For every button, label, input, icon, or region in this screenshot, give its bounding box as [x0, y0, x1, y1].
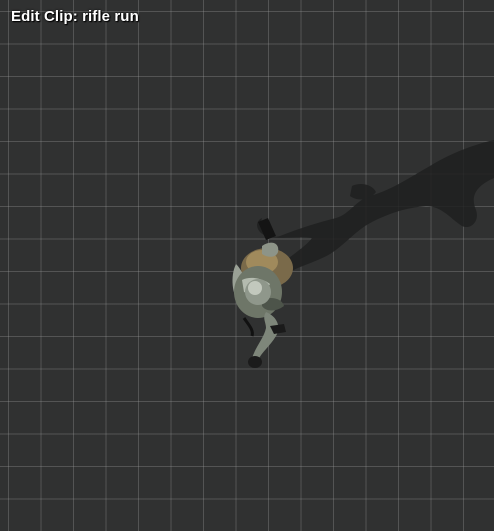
preview-scene: [232, 140, 494, 368]
character-shadow: [257, 140, 494, 274]
clip-preview-viewport[interactable]: Edit Clip: rifle run: [0, 0, 494, 531]
character-model: [232, 218, 293, 368]
